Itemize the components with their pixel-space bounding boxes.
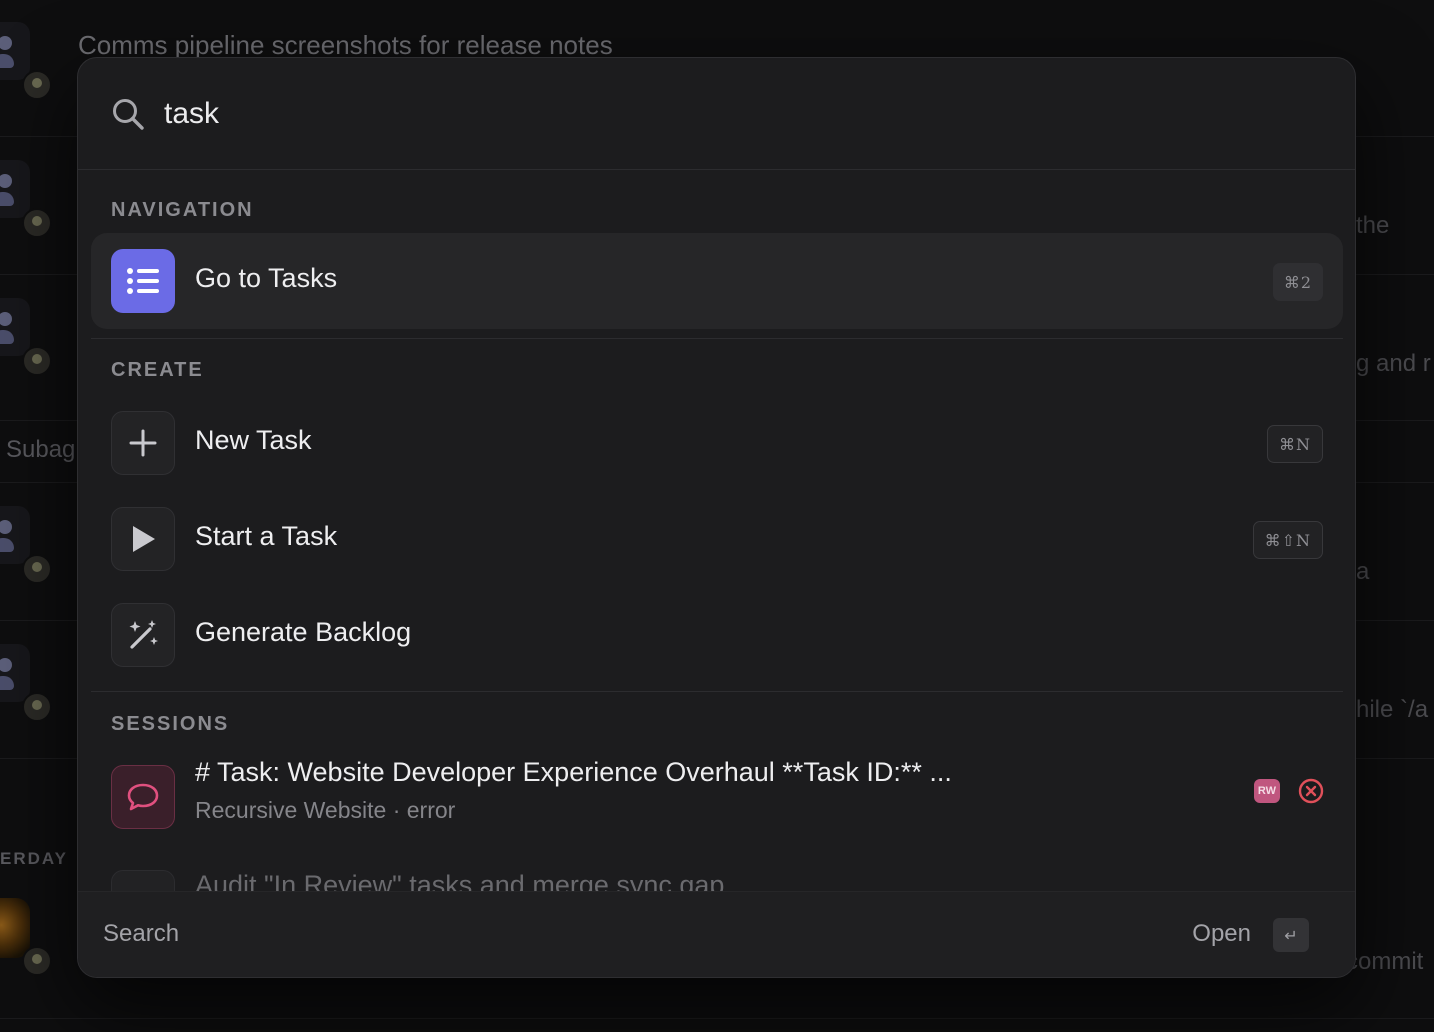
palette-footer: Search Open ↵ <box>78 891 1355 977</box>
background-snippet: the <box>1356 212 1390 239</box>
session-title: Audit "In Review" tasks and merge sync g… <box>195 870 725 891</box>
background-snippet: hile `/a <box>1356 696 1429 723</box>
background-snippet: a <box>1356 558 1370 585</box>
background-section-label: ERDAY <box>0 849 68 868</box>
search-input[interactable] <box>164 96 1164 131</box>
background-avatar <box>0 298 60 398</box>
result-label: New Task <box>195 425 312 455</box>
error-status-icon <box>1297 777 1325 805</box>
command-palette: NAVIGATION Go to Tasks ⌘2 CREATE <box>77 57 1356 978</box>
enter-key-icon: ↵ <box>1273 918 1309 952</box>
session-title: # Task: Website Developer Experience Ove… <box>195 757 952 787</box>
shortcut-badge: ⌘2 <box>1272 263 1323 301</box>
search-icon <box>110 96 146 132</box>
list-icon <box>111 249 175 313</box>
result-generate-backlog[interactable]: Generate Backlog <box>91 587 1343 683</box>
background-avatar <box>0 22 60 122</box>
background-snippet: commit <box>1346 948 1424 975</box>
section-divider <box>91 691 1343 692</box>
result-go-to-tasks[interactable]: Go to Tasks ⌘2 <box>91 233 1343 329</box>
results-list: NAVIGATION Go to Tasks ⌘2 CREATE New Tas… <box>78 171 1355 891</box>
result-label: Go to Tasks <box>195 263 338 293</box>
result-new-task[interactable]: New Task ⌘N <box>91 395 1343 491</box>
chat-bubble-icon <box>111 765 175 829</box>
background-avatar <box>0 160 60 260</box>
session-icon <box>111 870 175 891</box>
background-avatar <box>0 644 60 744</box>
footer-search-label: Search <box>103 920 180 947</box>
footer-open-label[interactable]: Open <box>1192 920 1251 948</box>
background-side-label: Subag <box>6 436 76 463</box>
background-avatar <box>0 506 60 606</box>
play-icon <box>111 507 175 571</box>
result-label: Start a Task <box>195 521 338 551</box>
section-label-create: CREATE <box>111 359 204 381</box>
section-label-navigation: NAVIGATION <box>111 199 254 221</box>
section-divider <box>91 338 1343 339</box>
search-bar <box>78 58 1355 170</box>
project-badge: RW <box>1254 779 1280 803</box>
background-snippet: g and r <box>1356 350 1431 377</box>
result-session[interactable]: Audit "In Review" tasks and merge sync g… <box>91 856 1343 891</box>
result-session[interactable]: # Task: Website Developer Experience Ove… <box>91 749 1343 845</box>
plus-icon <box>111 411 175 475</box>
result-label: Generate Backlog <box>195 617 412 647</box>
shortcut-badge: ⌘N <box>1267 425 1323 463</box>
session-subtitle: Recursive Website · error <box>195 797 456 823</box>
shortcut-badge: ⌘⇧N <box>1252 521 1323 559</box>
section-label-sessions: SESSIONS <box>111 713 230 735</box>
result-start-a-task[interactable]: Start a Task ⌘⇧N <box>91 491 1343 587</box>
magic-wand-icon <box>111 603 175 667</box>
background-avatar <box>0 898 60 998</box>
